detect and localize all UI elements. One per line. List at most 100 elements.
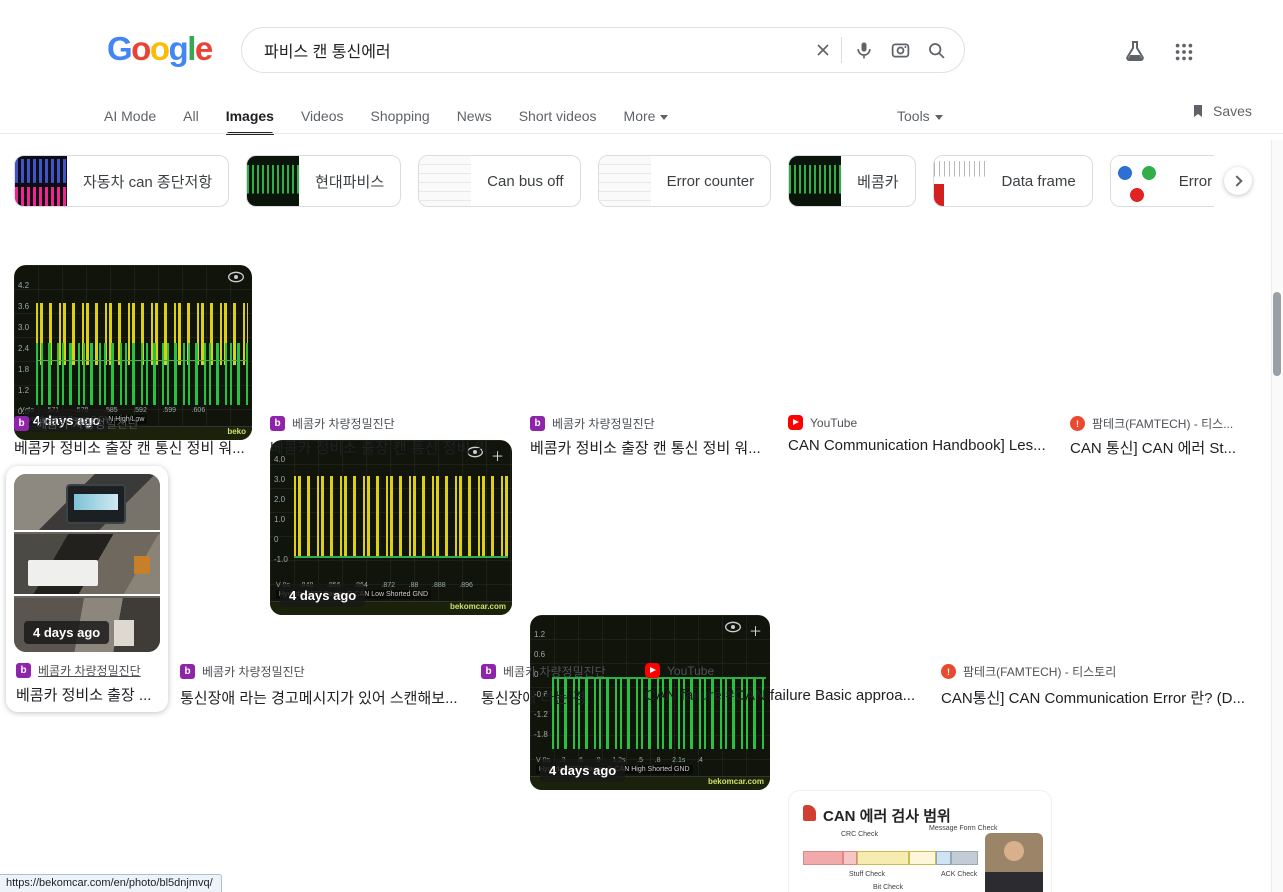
result-title[interactable]: 통신장애 라는 경고... xyxy=(481,687,607,708)
youtube-favicon xyxy=(788,415,803,430)
result-source[interactable]: !팜테크(FAMTECH) - 티스토리 xyxy=(941,663,1245,680)
photo-strip xyxy=(14,534,160,596)
tab-all[interactable]: All xyxy=(183,100,199,135)
chip-error-passive[interactable]: Error passive xyxy=(1110,155,1214,207)
photo-strip xyxy=(14,474,160,532)
chip-data-frame[interactable]: Data frame xyxy=(933,155,1093,207)
clear-search-icon[interactable] xyxy=(811,38,835,62)
famtech-favicon: ! xyxy=(941,664,956,679)
scrollbar-thumb[interactable] xyxy=(1273,292,1281,376)
result-title[interactable]: 베콤카 정비소 출장 캔 통신 정비 워... xyxy=(530,437,770,458)
result-tabs: AI Mode All Images Videos Shopping News … xyxy=(104,100,668,135)
result-thumbnail[interactable]: 4.0 3.0 2.0 1.0 0 -1.0 V 0s .848 .856 .8… xyxy=(270,440,512,615)
crc-check-label: CRC Check xyxy=(841,831,878,838)
site-favicon: b xyxy=(530,416,545,431)
result-title[interactable]: 베콤카 정비소 출장 캔 통신 정비 워... xyxy=(270,437,512,458)
google-images-page: Google 파비스 캔 통신에러 AI Mode All Images Vid… xyxy=(0,0,1283,892)
chip-thumbnail xyxy=(789,155,841,207)
visibility-icon: ＋ xyxy=(725,621,762,640)
chip-error-counter[interactable]: Error counter xyxy=(598,155,772,207)
scrollbar-track[interactable] xyxy=(1271,140,1283,892)
scope-baseline xyxy=(294,556,508,558)
chip-can-bus-off[interactable]: Can bus off xyxy=(418,155,580,207)
result-source[interactable]: b베콤카 차량정밀진단 xyxy=(14,415,252,432)
stuff-check-label: Stuff Check xyxy=(849,871,885,878)
visibility-icon xyxy=(228,271,244,283)
filter-chips-row: 자동차 can 종단저항 현대파비스 Can bus off Error cou… xyxy=(14,155,1214,207)
chip-can-termination[interactable]: 자동차 can 종단저항 xyxy=(14,155,229,207)
chip-thumbnail xyxy=(1111,155,1163,207)
result-source[interactable]: b베콤카 차량정밀진단 xyxy=(16,662,162,679)
tab-more[interactable]: More xyxy=(624,100,669,135)
result-card-hovered[interactable]: 4 days ago b베콤카 차량정밀진단 베콤카 정비소 출장 ... xyxy=(6,466,168,712)
age-badge: 4 days ago xyxy=(280,584,365,607)
result-title[interactable]: 베콤카 정비소 출장 캔 통신 정비 워... xyxy=(14,437,252,458)
form-check-label: Message Form Check xyxy=(929,825,997,832)
bookmark-icon xyxy=(1190,103,1206,119)
plus-icon: ＋ xyxy=(749,621,762,640)
scope-y-axis: 4.0 3.0 2.0 1.0 0 -1.0 xyxy=(274,450,288,570)
search-submit-icon[interactable] xyxy=(924,38,948,62)
site-favicon: b xyxy=(16,663,31,678)
search-box[interactable]: 파비스 캔 통신에러 xyxy=(241,27,965,73)
site-favicon: b xyxy=(270,416,285,431)
tab-short-videos[interactable]: Short videos xyxy=(519,100,597,135)
chip-thumbnail xyxy=(15,155,67,207)
site-favicon: b xyxy=(481,664,496,679)
labs-icon[interactable] xyxy=(1123,39,1147,63)
result-title[interactable]: CAN 통신] CAN 에러 St... xyxy=(1070,437,1250,458)
result-source[interactable]: YouTube xyxy=(645,663,920,678)
header-divider xyxy=(0,133,1283,134)
tab-images[interactable]: Images xyxy=(226,100,274,135)
chip-thumbnail xyxy=(599,155,651,207)
chip-bekomcar[interactable]: 베콤카 xyxy=(788,155,915,207)
ack-check-label: ACK Check xyxy=(941,871,977,878)
result-thumbnail[interactable]: CAN 에러 검사 범위 CRC Check Message Form Chec… xyxy=(788,790,1052,892)
site-favicon: b xyxy=(180,664,195,679)
watermark: bekomcar.com xyxy=(708,777,764,786)
result-thumbnail[interactable]: 4 days ago xyxy=(14,474,160,652)
chevron-right-icon xyxy=(1231,175,1242,186)
result-source[interactable]: b베콤카 차량정밀진단 xyxy=(530,415,770,432)
result-source[interactable]: !팜테크(FAMTECH) - 티스... xyxy=(1070,415,1250,432)
age-badge: 4 days ago xyxy=(540,759,625,782)
scope-y-axis: 4.2 3.6 3.0 2.4 1.8 1.2 0.6 xyxy=(18,275,29,422)
slide-title: CAN 에러 검사 범위 xyxy=(823,805,951,826)
result-title[interactable]: CAN failure #CAN failure Basic approa... xyxy=(645,687,920,704)
scope-baseline xyxy=(36,360,248,361)
result-title[interactable]: CAN통신] CAN Communication Error 란? (D... xyxy=(941,687,1245,708)
result-source[interactable]: b베콤카 차량정밀진단 xyxy=(270,415,512,432)
result-title[interactable]: 통신장애 라는 경고메시지가 있어 스캔해보... xyxy=(180,687,460,708)
chip-thumbnail xyxy=(934,155,986,207)
santa-doodle xyxy=(803,805,816,821)
google-logo[interactable]: Google xyxy=(107,30,212,68)
result-title[interactable]: CAN Communication Handbook] Les... xyxy=(788,437,1052,454)
result-title[interactable]: 베콤카 정비소 출장 ... xyxy=(16,684,162,705)
result-source[interactable]: b베콤카 차량정밀진단 xyxy=(180,663,460,680)
result-thumbnail[interactable]: 4.2 3.6 3.0 2.4 1.8 1.2 0.6 V 4s .571 .5… xyxy=(14,265,252,440)
tab-ai-mode[interactable]: AI Mode xyxy=(104,100,156,135)
site-favicon: b xyxy=(14,416,29,431)
search-input[interactable]: 파비스 캔 통신에러 xyxy=(264,38,811,62)
chevron-down-icon xyxy=(935,115,943,120)
scope-y-axis: 1.2 0.6 0 -0.6 -1.2 -1.8 xyxy=(534,625,548,745)
chip-hyundai-pavise[interactable]: 현대파비스 xyxy=(246,155,401,207)
voice-search-icon[interactable] xyxy=(852,38,876,62)
saves-button[interactable]: Saves xyxy=(1190,103,1252,119)
presenter-photo xyxy=(985,833,1043,892)
tab-shopping[interactable]: Shopping xyxy=(371,100,430,135)
chip-thumbnail xyxy=(419,155,471,207)
result-source[interactable]: YouTube xyxy=(788,415,1052,430)
lens-search-icon[interactable] xyxy=(888,38,912,62)
result-source[interactable]: b베콤카 차량정밀진단 xyxy=(481,663,607,680)
chip-thumbnail xyxy=(247,155,299,207)
scope-trace-yellow xyxy=(294,476,508,556)
chips-scroll-right-button[interactable] xyxy=(1224,167,1252,195)
search-divider xyxy=(841,37,842,63)
can-frame-bar xyxy=(803,851,978,865)
apps-grid-icon[interactable] xyxy=(1172,40,1196,64)
tab-news[interactable]: News xyxy=(457,100,492,135)
status-url-bar: https://bekomcar.com/en/photo/bl5dnjmvq/ xyxy=(0,874,222,892)
bit-check-label: Bit Check xyxy=(873,884,903,891)
tab-videos[interactable]: Videos xyxy=(301,100,344,135)
